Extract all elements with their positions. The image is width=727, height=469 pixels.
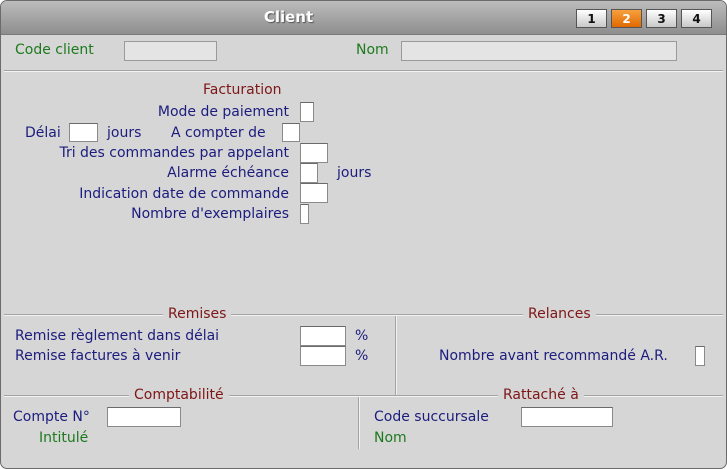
tab-2[interactable]: 2 xyxy=(611,9,642,28)
a-compter-label: A compter de xyxy=(171,125,266,141)
relances-title: Relances xyxy=(523,306,596,322)
tri-commandes-label: Tri des commandes par appelant xyxy=(59,145,289,161)
comptabilite-title: Comptabilité xyxy=(129,387,229,403)
a-compter-field[interactable] xyxy=(282,123,300,142)
header-divider xyxy=(4,70,723,72)
remise-reglement-field[interactable] xyxy=(300,326,346,346)
nom-field[interactable] xyxy=(401,41,677,61)
title-bar: Client 1 2 3 4 xyxy=(1,1,726,35)
tri-commandes-field[interactable] xyxy=(300,143,328,163)
window-title: Client xyxy=(263,8,314,26)
tab-3[interactable]: 3 xyxy=(646,9,677,28)
succursale-nom-label: Nom xyxy=(374,430,407,446)
recommande-label: Nombre avant recommandé A.R. xyxy=(439,348,668,364)
remises-divider xyxy=(4,314,723,316)
delai-label: Délai xyxy=(25,125,61,141)
mode-paiement-field[interactable] xyxy=(300,102,314,122)
code-succursale-field[interactable] xyxy=(521,407,613,427)
nombre-exemplaires-field[interactable] xyxy=(300,204,309,224)
tab-1[interactable]: 1 xyxy=(576,9,607,28)
delai-jours-label: jours xyxy=(107,125,142,141)
remise-factures-field[interactable] xyxy=(300,346,346,366)
client-window: Client 1 2 3 4 Code client Nom Facturati… xyxy=(0,0,727,469)
remises-title: Remises xyxy=(163,306,232,322)
remises-relances-separator xyxy=(395,316,397,395)
comptabilite-divider xyxy=(4,395,723,397)
remise-factures-label: Remise factures à venir xyxy=(15,348,181,364)
facturation-title: Facturation xyxy=(203,82,282,98)
remise-reglement-percent: % xyxy=(355,328,369,344)
mode-paiement-label: Mode de paiement xyxy=(157,104,289,120)
code-client-field[interactable] xyxy=(124,41,217,61)
tab-4[interactable]: 4 xyxy=(681,9,712,28)
comptabilite-rattache-separator xyxy=(358,397,360,449)
code-client-label: Code client xyxy=(15,42,94,58)
recommande-field[interactable] xyxy=(695,346,705,366)
remise-reglement-label: Remise règlement dans délai xyxy=(15,328,220,344)
compte-field[interactable] xyxy=(107,407,181,427)
alarme-echeance-field[interactable] xyxy=(300,163,318,183)
intitule-label: Intitulé xyxy=(39,430,89,446)
nom-label: Nom xyxy=(356,42,389,58)
nombre-exemplaires-label: Nombre d'exemplaires xyxy=(131,206,289,222)
indication-date-label: Indication date de commande xyxy=(79,186,289,202)
indication-date-field[interactable] xyxy=(300,183,328,203)
rattache-title: Rattaché à xyxy=(498,387,584,403)
alarme-echeance-label: Alarme échéance xyxy=(167,165,289,181)
remise-factures-percent: % xyxy=(355,348,369,364)
compte-label: Compte N° xyxy=(13,409,90,425)
code-succursale-label: Code succursale xyxy=(374,409,489,425)
delai-field[interactable] xyxy=(69,123,98,142)
alarme-jours-label: jours xyxy=(337,165,372,181)
